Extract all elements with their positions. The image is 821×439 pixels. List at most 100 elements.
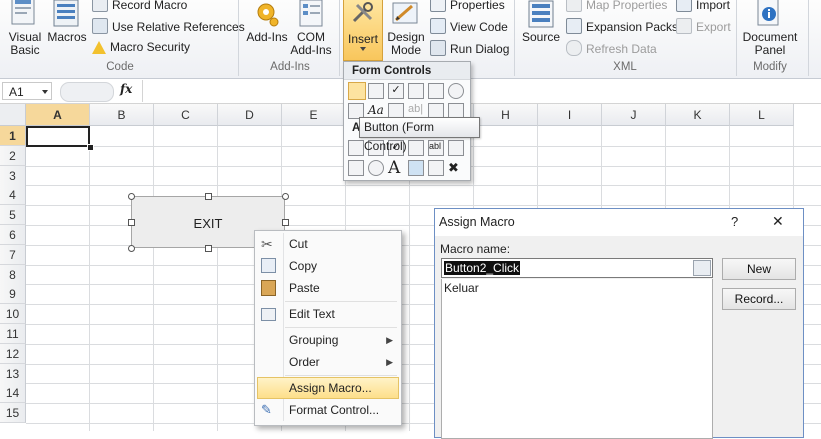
activex-list-box-icon[interactable] — [408, 140, 424, 156]
combo-box-icon[interactable] — [368, 83, 384, 99]
activex-toggle-button-icon[interactable] — [428, 160, 444, 176]
column-header-l[interactable]: L — [730, 104, 794, 126]
activex-option-button-icon[interactable] — [368, 160, 384, 176]
source-button[interactable]: Source — [518, 31, 564, 44]
resize-handle[interactable] — [204, 192, 212, 200]
visual-basic-button[interactable]: Visual Basic — [2, 31, 48, 57]
row-header-6[interactable]: 6 — [0, 225, 26, 245]
properties-icon — [430, 0, 446, 12]
row-header-3[interactable]: 3 — [0, 166, 26, 186]
menu-item-grouping[interactable]: Grouping ▶ — [255, 329, 401, 351]
view-code-icon — [430, 18, 446, 34]
menu-item-copy[interactable]: Copy — [255, 255, 401, 277]
column-header-k[interactable]: K — [666, 104, 730, 126]
document-panel-button[interactable]: Document Panel — [740, 31, 800, 57]
column-header-b[interactable]: B — [90, 104, 154, 126]
import-button[interactable]: Import — [676, 0, 730, 14]
activex-text-box-icon[interactable]: abl — [428, 140, 444, 156]
row-header-4[interactable]: 4 — [0, 185, 26, 205]
row-header-7[interactable]: 7 — [0, 245, 26, 265]
map-properties-button[interactable]: Map Properties — [566, 0, 667, 14]
menu-item-cut[interactable]: ✂ Cut — [255, 233, 401, 255]
export-icon — [676, 18, 692, 34]
record-macro-button[interactable]: Record Macro — [92, 0, 187, 14]
activex-spin-button-icon[interactable] — [348, 160, 364, 176]
design-mode-button[interactable]: Design Mode — [384, 31, 428, 57]
view-code-button[interactable]: View Code — [430, 18, 508, 36]
expansion-packs-button[interactable]: Expansion Packs — [566, 18, 678, 36]
list-box-icon[interactable] — [428, 83, 444, 99]
macros-button[interactable]: Macros — [46, 31, 88, 44]
row-header-8[interactable]: 8 — [0, 265, 26, 285]
record-button[interactable]: Record... — [722, 288, 796, 310]
menu-item-edit-text[interactable]: Edit Text — [255, 303, 401, 325]
menu-item-order[interactable]: Order ▶ — [255, 351, 401, 373]
row-header-5[interactable]: 5 — [0, 205, 26, 225]
resize-handle[interactable] — [127, 218, 135, 226]
collapse-dialog-icon[interactable] — [693, 260, 711, 276]
use-relative-references-button[interactable]: Use Relative References — [92, 18, 245, 36]
refresh-data-button[interactable]: Refresh Data — [566, 40, 657, 58]
formula-bar-grip[interactable] — [60, 82, 114, 102]
column-header-e[interactable]: E — [282, 104, 346, 126]
resize-handle[interactable] — [204, 244, 212, 252]
macro-security-button[interactable]: Macro Security — [92, 40, 190, 58]
menu-item-assign-macro[interactable]: Assign Macro... — [257, 377, 399, 399]
menu-item-paste[interactable]: Paste — [255, 277, 401, 299]
menu-item-format-control[interactable]: ✎ Format Control... — [255, 399, 401, 421]
row-header-13[interactable]: 13 — [0, 364, 26, 384]
com-add-ins-icon — [298, 0, 326, 28]
activex-image-icon[interactable] — [408, 160, 424, 176]
help-button[interactable]: ? — [731, 214, 738, 229]
run-dialog-button[interactable]: Run Dialog — [430, 40, 509, 58]
row-header-1[interactable]: 1 — [0, 126, 26, 146]
column-header-i[interactable]: I — [538, 104, 602, 126]
activex-label-icon[interactable]: A — [388, 158, 404, 178]
row-header-12[interactable]: 12 — [0, 344, 26, 364]
activex-command-button-icon[interactable] — [348, 140, 364, 156]
column-header-h[interactable]: H — [474, 104, 538, 126]
column-header-c[interactable]: C — [154, 104, 218, 126]
fx-icon[interactable]: fx — [120, 82, 132, 96]
form-button-control-icon[interactable] — [348, 82, 366, 100]
row-header-14[interactable]: 14 — [0, 383, 26, 403]
grid-column-line — [89, 126, 90, 431]
resize-handle[interactable] — [281, 192, 289, 200]
select-all-corner[interactable] — [0, 104, 26, 126]
edit-text-icon — [261, 308, 276, 321]
com-add-ins-button[interactable]: COM Add-Ins — [287, 31, 335, 57]
new-button[interactable]: New — [722, 258, 796, 280]
resize-handle[interactable] — [281, 218, 289, 226]
macro-list[interactable]: Keluar — [441, 279, 713, 439]
grid-column-line — [217, 126, 218, 431]
fill-handle[interactable] — [87, 144, 94, 151]
resize-handle[interactable] — [127, 244, 135, 252]
column-header-d[interactable]: D — [218, 104, 282, 126]
active-cell-a1[interactable] — [26, 126, 90, 147]
name-box[interactable]: A1 — [2, 82, 52, 100]
list-item[interactable]: Keluar — [444, 281, 479, 295]
column-header-j[interactable]: J — [602, 104, 666, 126]
macro-name-input[interactable]: Button2_Click — [441, 258, 713, 278]
properties-button[interactable]: Properties — [430, 0, 505, 14]
row-header-10[interactable]: 10 — [0, 304, 26, 324]
activex-scroll-bar-icon[interactable] — [448, 140, 464, 156]
row-header-2[interactable]: 2 — [0, 146, 26, 166]
row-header-11[interactable]: 11 — [0, 324, 26, 344]
insert-button[interactable]: Insert — [343, 0, 383, 61]
check-box-icon[interactable]: ✓ — [388, 83, 404, 99]
option-button-icon[interactable] — [448, 83, 464, 99]
row-header-9[interactable]: 9 — [0, 284, 26, 304]
context-menu: ✂ Cut Copy Paste Edit Text Grouping ▶ Or… — [254, 230, 402, 426]
grid-column-line — [153, 126, 154, 431]
spin-button-icon[interactable] — [408, 83, 424, 99]
close-icon[interactable]: ✕ — [772, 213, 784, 230]
run-dialog-icon — [430, 40, 446, 56]
resize-handle[interactable] — [127, 192, 135, 200]
row-header-15[interactable]: 15 — [0, 403, 26, 423]
formula-input[interactable] — [142, 80, 821, 102]
column-header-a[interactable]: A — [26, 104, 90, 126]
add-ins-button[interactable]: Add-Ins — [244, 31, 290, 44]
more-controls-icon[interactable]: ✖ — [448, 160, 464, 176]
export-button[interactable]: Export — [676, 18, 731, 36]
